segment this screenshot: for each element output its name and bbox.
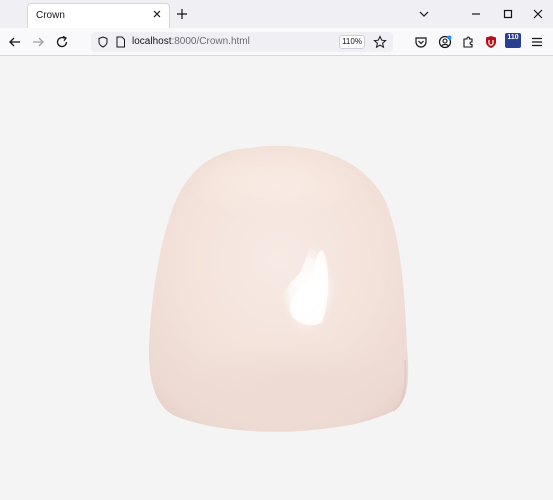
tab-title: Crown [36,10,65,21]
extension-badge-text: 110 [507,34,519,41]
puzzle-icon[interactable] [461,35,475,49]
minimize-icon[interactable] [470,8,482,20]
account-icon[interactable] [438,35,452,49]
maximize-icon[interactable] [502,8,514,20]
zoom-level-badge[interactable]: 110% [339,35,365,49]
url-path: :8000/Crown.html [171,36,250,47]
close-icon[interactable] [151,8,163,20]
arrow-right-icon[interactable] [31,35,45,49]
shield-icon[interactable] [97,36,109,48]
tab-strip: Crown [0,0,553,28]
hamburger-menu-icon[interactable] [530,35,544,49]
page-canvas[interactable] [0,56,553,500]
crown-lower-shade [180,342,400,418]
browser-tab[interactable]: Crown [27,3,170,28]
arrow-left-icon[interactable] [8,35,22,49]
plus-icon[interactable] [176,8,188,20]
crown-top-glow [190,150,360,220]
star-icon[interactable] [373,35,387,49]
url-host: localhost [132,36,172,47]
reload-icon[interactable] [55,35,69,49]
address-bar[interactable]: localhost:8000/Crown.html 110% [91,32,393,52]
window-close-icon[interactable] [532,8,544,20]
extension-110-icon[interactable]: 110 [505,33,521,48]
pocket-icon[interactable] [414,35,428,49]
page-icon[interactable] [115,36,126,48]
crown-render[interactable] [0,56,553,500]
chevron-down-icon[interactable] [418,8,430,20]
ublock-icon[interactable] [484,35,498,49]
url-text[interactable]: localhost:8000/Crown.html [132,36,250,47]
